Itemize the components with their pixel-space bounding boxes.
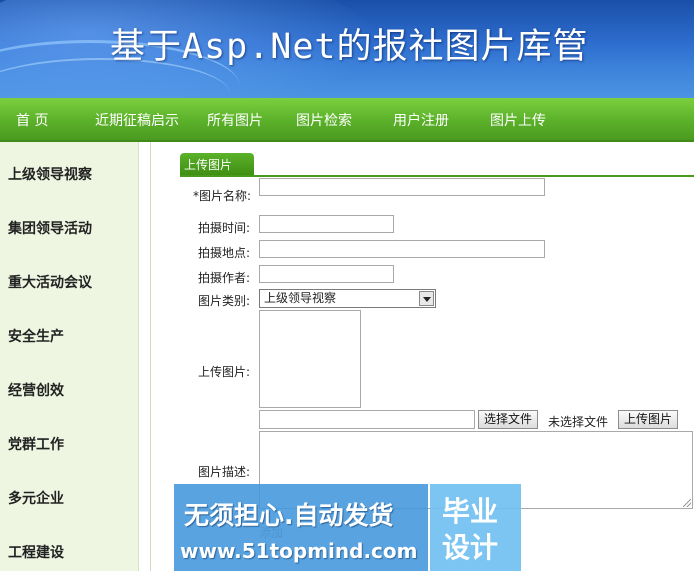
chevron-down-icon[interactable] xyxy=(419,291,434,306)
sidebar-item-party-work[interactable]: 党群工作 xyxy=(8,434,64,454)
shoot-time-input[interactable] xyxy=(259,215,394,233)
image-name-input[interactable] xyxy=(259,178,545,196)
shoot-time-label: 拍摄时间: xyxy=(198,221,251,235)
watermark-badge-line2: 设计 xyxy=(442,531,499,564)
sidebar-item-leader-visit[interactable]: 上级领导视察 xyxy=(8,164,92,184)
author-input[interactable] xyxy=(259,265,394,283)
watermark-badge: 毕业 设计 xyxy=(430,484,521,571)
category-sidebar: 上级领导视察 集团领导活动 重大活动会议 安全生产 经营创效 党群工作 多元企业… xyxy=(0,142,139,571)
sidebar-item-operation[interactable]: 经营创效 xyxy=(8,380,64,400)
sidebar-item-diversified[interactable]: 多元企业 xyxy=(8,488,64,508)
header-banner: 基于Asp.Net的报社图片库管 xyxy=(0,0,694,98)
file-path-input[interactable] xyxy=(259,410,475,429)
tab-divider xyxy=(180,175,694,177)
shoot-place-label: 拍摄地点: xyxy=(198,246,251,260)
nav-item-search[interactable]: 图片检索 xyxy=(296,110,352,130)
watermark-slogan: 无须担心.自动发货 xyxy=(184,501,394,530)
tab-upload[interactable]: 上传图片 xyxy=(180,153,254,175)
sidebar-item-safety[interactable]: 安全生产 xyxy=(8,326,64,346)
upload-image-label: 上传图片: xyxy=(198,365,251,379)
main-nav: 首 页 近期征稿启示 所有图片 图片检索 用户注册 图片上传 xyxy=(0,98,694,142)
nav-item-upload[interactable]: 图片上传 xyxy=(490,110,546,130)
image-name-label: *图片名称: xyxy=(193,189,252,203)
sidebar-item-group-activity[interactable]: 集团领导活动 xyxy=(8,218,92,238)
nav-item-all[interactable]: 所有图片 xyxy=(207,110,263,130)
image-preview xyxy=(259,310,361,408)
watermark-panel: 无须担心.自动发货 www.51topmind.com xyxy=(174,484,428,571)
resize-grip-icon[interactable] xyxy=(683,499,691,507)
description-label: 图片描述: xyxy=(198,465,251,479)
upload-image-button[interactable]: 上传图片 xyxy=(618,410,679,429)
category-label: 图片类别: xyxy=(198,294,251,308)
site-title: 基于Asp.Net的报社图片库管 xyxy=(110,27,589,67)
watermark-badge-line1: 毕业 xyxy=(442,495,499,528)
watermark-url: www.51topmind.com xyxy=(180,539,418,563)
nav-item-home[interactable]: 首 页 xyxy=(16,110,48,130)
nav-item-register[interactable]: 用户注册 xyxy=(393,110,449,130)
author-label: 拍摄作者: xyxy=(198,271,251,285)
sidebar-item-major-meeting[interactable]: 重大活动会议 xyxy=(8,272,92,292)
choose-file-button[interactable]: 选择文件 xyxy=(478,410,539,429)
watermark: 无须担心.自动发货 www.51topmind.com 毕业 设计 xyxy=(174,484,521,571)
nav-item-call[interactable]: 近期征稿启示 xyxy=(95,110,179,130)
sidebar-item-construction[interactable]: 工程建设 xyxy=(8,542,64,562)
category-select-value: 上级领导视察 xyxy=(264,291,337,305)
shoot-place-input[interactable] xyxy=(259,240,545,258)
textarea-scrollbar[interactable] xyxy=(682,432,692,508)
no-file-status: 未选择文件 xyxy=(548,415,609,429)
category-select[interactable]: 上级领导视察 xyxy=(259,289,436,308)
